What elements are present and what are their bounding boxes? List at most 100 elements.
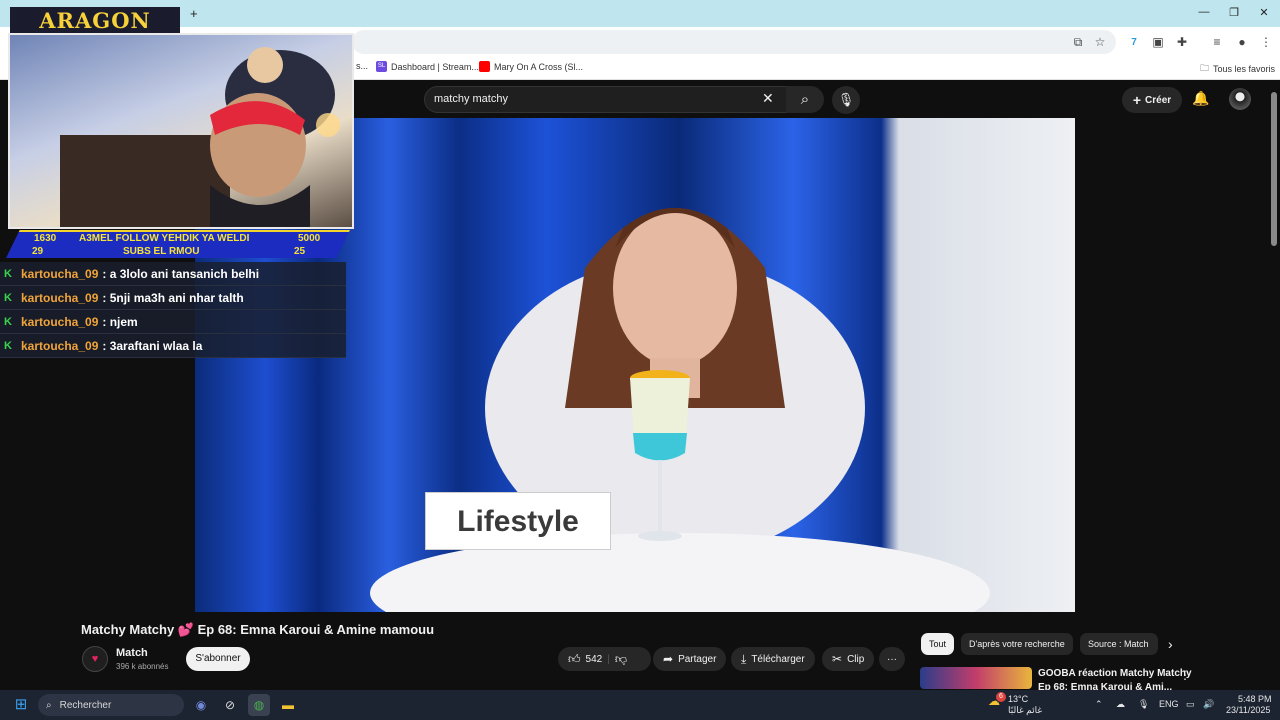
- like-dislike-group: 👍︎ 542 | 👎︎: [558, 647, 651, 671]
- chat-username: kartoucha_09: [21, 266, 99, 281]
- banner-subs-goal: 25: [294, 246, 306, 257]
- search-icon: ⌕: [800, 91, 810, 108]
- chat-text: : 5nji ma3h ani nhar talth: [102, 290, 244, 305]
- folder-icon: 🗀: [1200, 63, 1210, 73]
- chat-message: K kartoucha_09 : njem: [0, 310, 346, 334]
- webcam-scene: [60, 47, 340, 227]
- bookmark-mary-on-a-cross[interactable]: Mary On A Cross (Sl...: [479, 61, 583, 72]
- extension-icon[interactable]: ▣: [1150, 35, 1166, 49]
- kick-icon: K: [4, 267, 12, 280]
- chip-source-match[interactable]: Source : Match: [1080, 633, 1158, 655]
- recommended-title[interactable]: GOOBA réaction Matchy Matchy: [1038, 668, 1192, 679]
- channel-name[interactable]: Match: [116, 647, 148, 659]
- extension-7tv-icon[interactable]: 7: [1126, 37, 1142, 48]
- chat-username: kartoucha_09: [21, 338, 99, 353]
- create-button[interactable]: + Créer: [1122, 87, 1182, 113]
- media-queue-icon[interactable]: ≡: [1209, 35, 1225, 49]
- search-button[interactable]: ⌕: [786, 86, 824, 113]
- bookmark-dashboard[interactable]: SL Dashboard | Stream...: [376, 61, 479, 72]
- kick-icon: K: [4, 315, 12, 328]
- follower-goal-banner: 1630 29 A3MEL FOLLOW YEHDIK YA WELDI SUB…: [6, 230, 350, 258]
- microphone-icon[interactable]: 🎙: [1138, 699, 1149, 710]
- scissors-icon: ✂: [832, 652, 843, 666]
- share-icon: ➦: [663, 652, 674, 666]
- chrome-icon[interactable]: ◍: [248, 694, 270, 716]
- streamer-logo: ARAGON: [10, 7, 180, 35]
- discord-icon[interactable]: ◉: [190, 694, 212, 716]
- app-icon[interactable]: ⊘: [219, 694, 241, 716]
- restore-button[interactable]: ❐: [1226, 6, 1242, 19]
- stream-chat: K kartoucha_09 : a 3lolo ani tansanich b…: [0, 262, 346, 358]
- more-actions-button[interactable]: ···: [879, 647, 905, 671]
- lifestyle-sign: Lifestyle: [425, 492, 611, 550]
- chat-text: : 3araftani wlaa la: [102, 338, 203, 353]
- webcam-feed: [8, 33, 354, 229]
- like-icon[interactable]: 👍︎: [568, 652, 581, 667]
- onedrive-icon[interactable]: ☁: [1116, 699, 1125, 710]
- banner-follow-text: A3MEL FOLLOW YEHDIK YA WELDI: [79, 233, 250, 244]
- share-button[interactable]: ➦ Partager: [653, 647, 727, 671]
- plus-icon: +: [1132, 92, 1142, 108]
- voice-search-icon[interactable]: 🎙: [832, 86, 860, 114]
- install-app-icon[interactable]: ⧉: [1070, 35, 1086, 50]
- network-icon[interactable]: ▭: [1186, 699, 1195, 710]
- chat-username: kartoucha_09: [21, 314, 99, 329]
- page-scrollbar[interactable]: [1271, 92, 1277, 246]
- clock-time[interactable]: 5:48 PM: [1238, 694, 1272, 704]
- chips-next-icon[interactable]: ›: [1168, 636, 1173, 652]
- clip-button[interactable]: ✂ Clip: [822, 647, 875, 671]
- search-input-value: matchy matchy: [434, 93, 508, 105]
- channel-subscribers: 396 k abonnés: [116, 662, 169, 671]
- chat-username: kartoucha_09: [21, 290, 99, 305]
- chat-message: K kartoucha_09 : 3araftani wlaa la: [0, 334, 346, 358]
- account-avatar[interactable]: [1229, 88, 1251, 110]
- streamlabs-icon: SL: [376, 61, 387, 72]
- minimize-button[interactable]: —: [1196, 6, 1212, 18]
- recommended-thumbnail[interactable]: [920, 667, 1032, 689]
- chip-related-search[interactable]: D'après votre recherche: [961, 633, 1073, 655]
- chat-message: K kartoucha_09 : 5nji ma3h ani nhar talt…: [0, 286, 346, 310]
- taskbar-search[interactable]: ⌕ Rechercher: [38, 694, 184, 716]
- like-divider: |: [607, 653, 610, 665]
- chat-text: : njem: [102, 314, 138, 329]
- youtube-icon: [479, 61, 490, 72]
- address-bar[interactable]: [352, 30, 1116, 54]
- menu-kebab-icon[interactable]: ⋮: [1258, 35, 1274, 49]
- all-bookmarks-button[interactable]: 🗀 Tous les favoris: [1200, 61, 1275, 77]
- chip-all[interactable]: Tout: [921, 633, 955, 655]
- recommended-menu-icon[interactable]: ⋮: [1179, 668, 1191, 682]
- banner-followers-count: 1630: [34, 233, 57, 244]
- language-indicator[interactable]: ENG: [1159, 699, 1179, 709]
- like-count[interactable]: 542: [586, 654, 603, 665]
- bookmark-star-icon[interactable]: ☆: [1092, 35, 1108, 49]
- volume-icon[interactable]: 🔊: [1203, 699, 1214, 710]
- banner-subs-count: 29: [32, 246, 44, 257]
- bookmark-fragment[interactable]: s...: [356, 61, 368, 71]
- profile-icon[interactable]: ●: [1234, 35, 1250, 49]
- channel-avatar[interactable]: ♥: [82, 646, 108, 672]
- chat-text: : a 3lolo ani tansanich belhi: [102, 266, 260, 281]
- close-window-button[interactable]: ✕: [1256, 6, 1272, 19]
- tray-chevron-icon[interactable]: ⌃: [1095, 699, 1103, 710]
- download-button[interactable]: ⤓ Télécharger: [731, 647, 815, 671]
- video-title: Matchy Matchy 💕 Ep 68: Emna Karoui & Ami…: [81, 622, 435, 637]
- search-icon: ⌕: [46, 699, 52, 711]
- file-explorer-icon[interactable]: ▬: [277, 694, 299, 716]
- subscribe-button[interactable]: S'abonner: [186, 647, 250, 671]
- weather-badge: 6: [996, 692, 1006, 702]
- recommended-title-line2[interactable]: Ep 68: Emna Karoui & Ami...: [1038, 682, 1172, 690]
- clock-date[interactable]: 23/11/2025: [1226, 705, 1270, 715]
- extensions-puzzle-icon[interactable]: ✚: [1174, 35, 1190, 49]
- chat-message: K kartoucha_09 : a 3lolo ani tansanich b…: [0, 262, 346, 286]
- download-icon: ⤓: [741, 651, 747, 666]
- banner-subs-text: SUBS EL RMOU: [123, 246, 200, 257]
- dislike-icon[interactable]: 👎︎: [615, 652, 627, 667]
- weather-temp[interactable]: 13°C: [1008, 694, 1028, 704]
- notifications-bell-icon[interactable]: 🔔: [1192, 90, 1209, 107]
- cocktail-glass: [630, 370, 690, 541]
- clear-search-icon[interactable]: ✕: [762, 90, 774, 107]
- banner-followers-goal: 5000: [298, 233, 321, 244]
- new-tab-button[interactable]: +: [190, 6, 198, 21]
- windows-start-icon[interactable]: ⊞: [10, 694, 32, 716]
- weather-label[interactable]: غائم غالبًا: [1008, 705, 1042, 716]
